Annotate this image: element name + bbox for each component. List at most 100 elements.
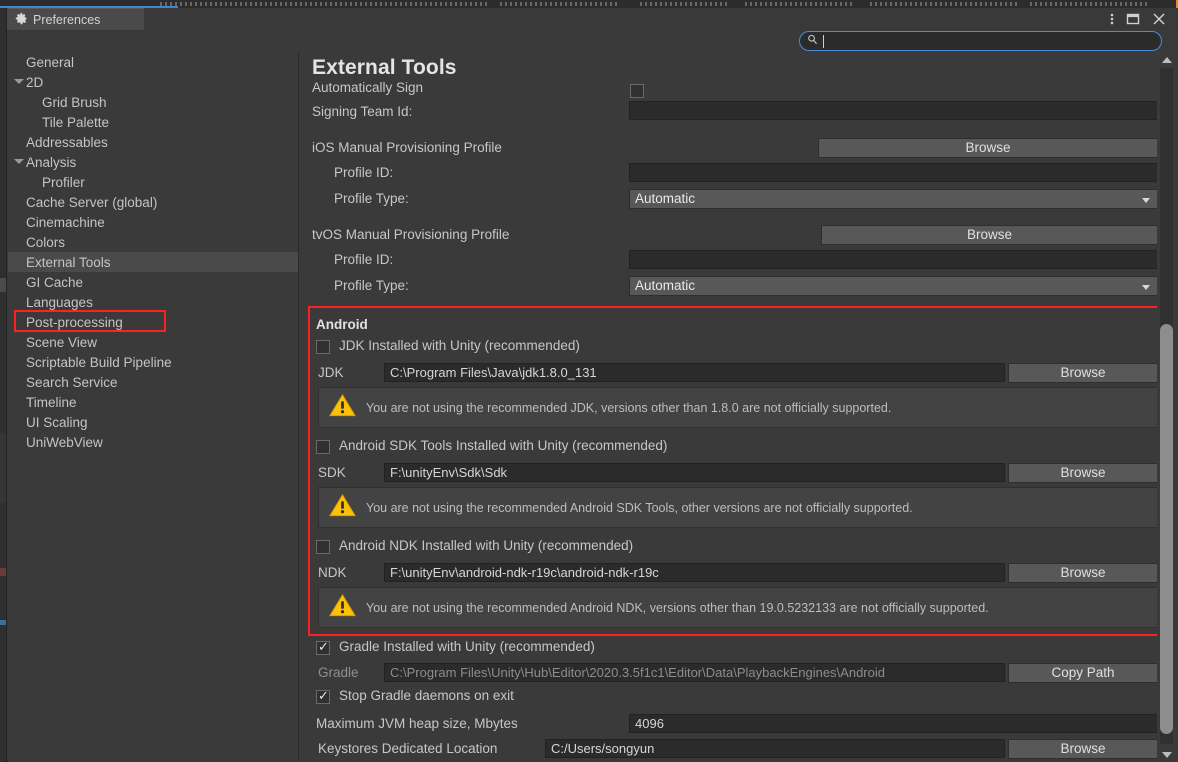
ios-profile-id-input[interactable]	[629, 163, 1158, 182]
sidebar-item-analysis[interactable]: Analysis	[8, 152, 298, 172]
row-automatically-sign: Automatically Sign	[312, 80, 1158, 95]
search-icon	[807, 32, 818, 50]
tvos-provisioning-profile-label: tvOS Manual Provisioning Profile	[312, 227, 510, 242]
jdk-installed-label: JDK Installed with Unity (recommended)	[339, 338, 580, 353]
sidebar-item-scriptable-build-pipeline[interactable]: Scriptable Build Pipeline	[8, 352, 298, 372]
sidebar-item-gi-cache[interactable]: GI Cache	[8, 272, 298, 292]
gradle-installed-checkbox[interactable]	[316, 639, 330, 655]
tvos-provisioning-browse-button[interactable]: Browse	[821, 225, 1158, 245]
chevron-down-icon[interactable]	[14, 159, 24, 164]
jvm-heap-input[interactable]: 4096	[629, 714, 1158, 733]
ndk-browse-button[interactable]: Browse	[1008, 563, 1158, 583]
kebab-menu-icon[interactable]	[1110, 11, 1114, 27]
tvos-profile-type-label: Profile Type:	[334, 278, 409, 293]
row-tvos-profile-id: Profile ID:	[334, 252, 393, 267]
sidebar-item-2d[interactable]: 2D	[8, 72, 298, 92]
search-box[interactable]	[799, 31, 1162, 51]
sdk-warning-text: You are not using the recommended Androi…	[366, 500, 913, 515]
automatically-sign-label: Automatically Sign	[312, 80, 424, 95]
jdk-installed-checkbox[interactable]	[316, 340, 330, 354]
row-tvos-profile-type: Profile Type:	[334, 278, 409, 293]
window-controls	[1110, 8, 1174, 30]
scroll-down-arrow-icon[interactable]	[1157, 748, 1176, 762]
jdk-warning-text: You are not using the recommended JDK, v…	[366, 400, 892, 415]
ios-provisioning-browse-button[interactable]: Browse	[818, 138, 1158, 158]
sidebar-item-languages[interactable]: Languages	[8, 292, 298, 312]
gear-icon	[15, 12, 28, 28]
sdk-browse-button[interactable]: Browse	[1008, 463, 1158, 483]
sidebar-item-addressables[interactable]: Addressables	[8, 132, 298, 152]
ios-profile-type-label: Profile Type:	[334, 191, 409, 206]
tvos-profile-id-input[interactable]	[629, 250, 1158, 269]
ndk-installed-checkbox[interactable]	[316, 540, 330, 554]
sidebar-item-grid-brush[interactable]: Grid Brush	[8, 92, 298, 112]
sidebar-item-general[interactable]: General	[8, 52, 298, 72]
jdk-path-input[interactable]: C:\Program Files\Java\jdk1.8.0_131	[384, 363, 1005, 382]
ndk-installed-label: Android NDK Installed with Unity (recomm…	[339, 538, 634, 553]
keystores-browse-button[interactable]: Browse	[1008, 739, 1158, 759]
gradle-copy-path-button[interactable]: Copy Path	[1008, 663, 1158, 683]
signing-team-id-label: Signing Team Id:	[312, 104, 413, 119]
sidebar-item-cinemachine[interactable]: Cinemachine	[8, 212, 298, 232]
row-ios-profile-type: Profile Type:	[334, 191, 409, 206]
sdk-installed-label: Android SDK Tools Installed with Unity (…	[339, 438, 668, 453]
warning-triangle-icon	[329, 493, 356, 523]
sidebar-item-label: Post-processing	[26, 314, 123, 330]
ndk-warning-box: You are not using the recommended Androi…	[318, 587, 1158, 628]
tvos-profile-type-value: Automatic	[635, 278, 696, 293]
tab-preferences-label: Preferences	[33, 12, 101, 27]
settings-content: Automatically Sign Signing Team Id: iOS …	[299, 80, 1161, 762]
warning-triangle-icon	[329, 593, 356, 623]
main-scrollbar[interactable]	[1157, 52, 1176, 762]
row-signing-team-id: Signing Team Id:	[312, 104, 412, 119]
stop-gradle-daemons-checkbox[interactable]	[316, 688, 330, 704]
ndk-path-input[interactable]: F:\unityEnv\android-ndk-r19c\android-ndk…	[384, 563, 1005, 582]
search-input[interactable]	[824, 34, 1154, 48]
ios-profile-type-dropdown[interactable]: Automatic	[629, 189, 1158, 209]
sidebar-item-search-service[interactable]: Search Service	[8, 372, 298, 392]
sidebar-item-label: UniWebView	[26, 434, 103, 450]
sidebar-item-cache-server-global[interactable]: Cache Server (global)	[8, 192, 298, 212]
sidebar-item-tile-palette[interactable]: Tile Palette	[8, 112, 298, 132]
sidebar-item-label: GI Cache	[26, 274, 84, 290]
tvos-profile-type-dropdown[interactable]: Automatic	[629, 276, 1158, 296]
sdk-path-input[interactable]: F:\unityEnv\Sdk\Sdk	[384, 463, 1005, 482]
jdk-browse-button[interactable]: Browse	[1008, 363, 1158, 383]
jdk-warning-box: You are not using the recommended JDK, v…	[318, 387, 1158, 428]
row-ios-profile-id: Profile ID:	[334, 165, 393, 180]
sidebar-item-ui-scaling[interactable]: UI Scaling	[8, 412, 298, 432]
chevron-down-icon[interactable]	[14, 79, 24, 84]
sidebar-item-post-processing[interactable]: Post-processing	[8, 312, 298, 332]
scroll-up-arrow-icon[interactable]	[1157, 52, 1176, 66]
sidebar-item-label: Cache Server (global)	[26, 194, 158, 210]
sidebar-item-label: Tile Palette	[42, 114, 110, 130]
maximize-icon[interactable]	[1126, 12, 1140, 26]
ios-profile-id-label: Profile ID:	[334, 165, 394, 180]
ios-provisioning-profile-label: iOS Manual Provisioning Profile	[312, 140, 502, 155]
keystores-location-input[interactable]: C:/Users/songyun	[545, 739, 1005, 758]
chevron-down-icon	[1142, 198, 1150, 203]
android-section-header: Android	[316, 317, 368, 332]
signing-team-id-input[interactable]	[629, 101, 1158, 120]
sidebar-item-label: General	[26, 54, 75, 70]
sdk-installed-checkbox[interactable]	[316, 440, 330, 454]
close-icon[interactable]	[1152, 12, 1166, 26]
sidebar-item-colors[interactable]: Colors	[8, 232, 298, 252]
sidebar-item-label: Scene View	[26, 334, 98, 350]
sidebar-item-label: Cinemachine	[26, 214, 105, 230]
warning-triangle-icon	[329, 393, 356, 423]
sidebar-item-label: Profiler	[42, 174, 85, 190]
sidebar-item-timeline[interactable]: Timeline	[8, 392, 298, 412]
sidebar-item-profiler[interactable]: Profiler	[8, 172, 298, 192]
sidebar-item-label: Languages	[26, 294, 93, 310]
tab-preferences[interactable]: Preferences	[7, 8, 144, 30]
preferences-sidebar[interactable]: General 2D Grid Brush Tile Palette Addressab…	[8, 52, 299, 762]
preferences-window-root: Preferences General 2D Grid Brush Tile P…	[0, 0, 1178, 762]
scrollbar-thumb[interactable]	[1160, 324, 1173, 734]
sidebar-item-scene-view[interactable]: Scene View	[8, 332, 298, 352]
sidebar-item-uniwebview[interactable]: UniWebView	[8, 432, 298, 452]
preferences-window: Preferences General 2D Grid Brush Tile P…	[0, 0, 1178, 762]
sidebar-item-external-tools[interactable]: External Tools	[8, 252, 298, 272]
automatically-sign-checkbox[interactable]	[630, 84, 644, 98]
chevron-down-icon	[1142, 285, 1150, 290]
